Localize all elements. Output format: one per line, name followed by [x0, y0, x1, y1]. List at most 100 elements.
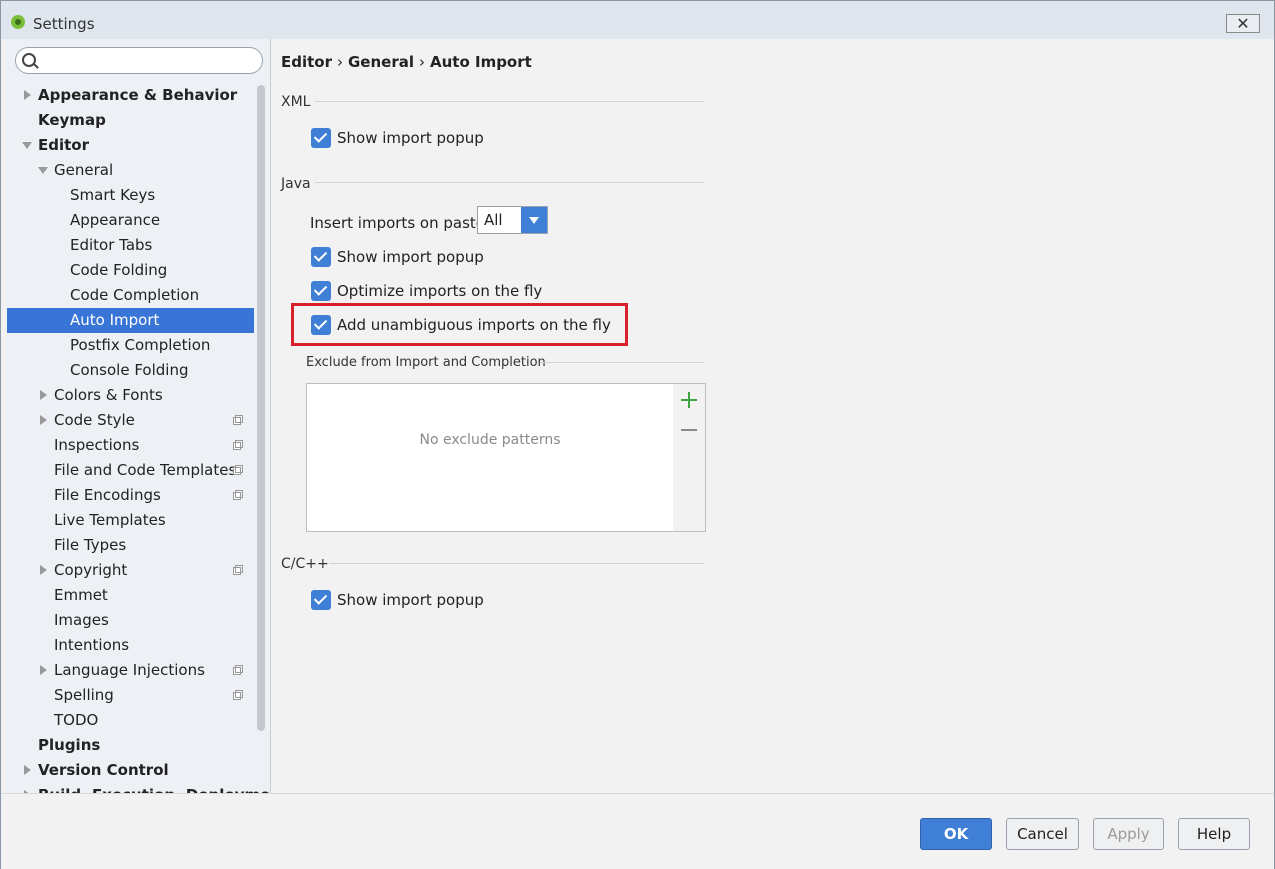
tree-item-postfix-completion[interactable]: Postfix Completion [7, 333, 254, 358]
annotation-highlight-box [291, 303, 628, 346]
expand-right-icon[interactable] [22, 783, 34, 793]
tree-item-copyright[interactable]: Copyright [7, 558, 254, 583]
tree-item-code-style[interactable]: Code Style [7, 408, 254, 433]
section-cpp-title: C/C++ [281, 556, 329, 572]
section-divider [315, 101, 704, 102]
expand-right-icon[interactable] [38, 383, 50, 408]
tree-item-appearance-behavior[interactable]: Appearance & Behavior [7, 83, 254, 108]
sidebar-scrollbar-thumb[interactable] [257, 85, 265, 731]
tree-item-label: Plugins [38, 736, 101, 754]
tree-item-file-types[interactable]: File Types [7, 533, 254, 558]
tree-item-plugins[interactable]: Plugins [7, 733, 254, 758]
breadcrumb: Editor › General › Auto Import [281, 53, 532, 71]
settings-tree: Appearance & Behavior Keymap Editor General… [7, 83, 270, 793]
dialog-footer: OK Cancel Apply Help [1, 793, 1274, 869]
project-scope-icon [233, 465, 243, 475]
add-icon[interactable] [681, 392, 697, 408]
expand-right-icon[interactable] [38, 408, 50, 433]
android-studio-icon [11, 15, 25, 29]
tree-item-live-templates[interactable]: Live Templates [7, 508, 254, 533]
tree-item-language-injections[interactable]: Language Injections [7, 658, 254, 683]
tree-item-inspections[interactable]: Inspections [7, 433, 254, 458]
list-toolbar [673, 383, 706, 532]
close-button[interactable]: ✕ [1226, 14, 1260, 33]
tree-item-file-and-code-templates[interactable]: File and Code Templates [7, 458, 254, 483]
tree-item-label: Code Completion [70, 286, 200, 304]
breadcrumb-separator: › [419, 53, 425, 71]
breadcrumb-separator: › [337, 53, 343, 71]
tree-item-label: Copyright [54, 561, 128, 579]
select-value: All [484, 211, 503, 229]
checkbox-checked-icon [311, 247, 331, 267]
section-divider [315, 182, 704, 183]
insert-imports-on-paste-select[interactable]: All [477, 206, 548, 234]
project-scope-icon [233, 565, 243, 575]
expand-down-icon[interactable] [22, 133, 34, 158]
settings-sidebar: Appearance & Behavior Keymap Editor General… [7, 39, 270, 793]
window-title: Settings [33, 15, 95, 33]
exclude-patterns-list[interactable]: No exclude patterns [306, 383, 674, 532]
tree-item-todo[interactable]: TODO [7, 708, 254, 733]
title-bar: Settings ✕ [1, 1, 1274, 39]
checkbox-checked-icon [311, 281, 331, 301]
tree-item-label: File and Code Templates [54, 461, 237, 479]
tree-item-label: Keymap [38, 111, 106, 129]
chevron-down-icon[interactable] [521, 207, 547, 233]
tree-item-label: Language Injections [54, 661, 205, 679]
remove-icon[interactable] [681, 422, 697, 438]
tree-item-console-folding[interactable]: Console Folding [7, 358, 254, 383]
tree-item-images[interactable]: Images [7, 608, 254, 633]
tree-item-label: Inspections [54, 436, 140, 454]
help-button[interactable]: Help [1178, 818, 1250, 850]
tree-item-label: TODO [54, 711, 99, 729]
tree-item-label: Version Control [38, 761, 169, 779]
apply-button[interactable]: Apply [1093, 818, 1164, 850]
expand-right-icon[interactable] [22, 83, 34, 108]
tree-item-version-control[interactable]: Version Control [7, 758, 254, 783]
tree-item-label: Appearance & Behavior [38, 86, 238, 104]
tree-item-editor-tabs[interactable]: Editor Tabs [7, 233, 254, 258]
ok-button[interactable]: OK [920, 818, 992, 850]
expand-down-icon[interactable] [38, 158, 50, 183]
tree-item-colors-fonts[interactable]: Colors & Fonts [7, 383, 254, 408]
checkbox-label: Show import popup [337, 129, 484, 147]
tree-item-appearance[interactable]: Appearance [7, 208, 254, 233]
tree-item-general[interactable]: General [7, 158, 254, 183]
breadcrumb-editor: Editor [281, 53, 332, 71]
section-divider [329, 563, 704, 564]
tree-item-label: File Types [54, 536, 127, 554]
project-scope-icon [233, 415, 243, 425]
tree-item-keymap[interactable]: Keymap [7, 108, 254, 133]
tree-item-code-completion[interactable]: Code Completion [7, 283, 254, 308]
tree-item-spelling[interactable]: Spelling [7, 683, 254, 708]
tree-item-auto-import[interactable]: Auto Import [7, 308, 254, 333]
exclude-section-title: Exclude from Import and Completion [306, 355, 546, 370]
tree-item-emmet[interactable]: Emmet [7, 583, 254, 608]
search-icon [22, 53, 36, 67]
tree-item-label: Live Templates [54, 511, 166, 529]
settings-content: Editor › General › Auto Import XML Show impo… [271, 39, 1274, 793]
expand-right-icon[interactable] [38, 558, 50, 583]
tree-item-label: Postfix Completion [70, 336, 211, 354]
breadcrumb-auto-import: Auto Import [430, 53, 532, 71]
checkbox-label: Optimize imports on the fly [337, 282, 543, 300]
tree-item-intentions[interactable]: Intentions [7, 633, 254, 658]
tree-item-label: Images [54, 611, 109, 629]
settings-dialog: Settings ✕ Appearance & Behavior Keymap Ed… [0, 0, 1275, 869]
expand-right-icon[interactable] [22, 758, 34, 783]
project-scope-icon [233, 490, 243, 500]
expand-right-icon[interactable] [38, 658, 50, 683]
tree-item-editor[interactable]: Editor [7, 133, 254, 158]
tree-item-smart-keys[interactable]: Smart Keys [7, 183, 254, 208]
insert-imports-on-paste-label: Insert imports on paste: [310, 214, 491, 232]
tree-item-code-folding[interactable]: Code Folding [7, 258, 254, 283]
tree-item-file-encodings[interactable]: File Encodings [7, 483, 254, 508]
tree-item-label: File Encodings [54, 486, 161, 504]
search-input[interactable] [15, 47, 263, 74]
tree-item-build-execution-deployment[interactable]: Build, Execution, Deployment [7, 783, 270, 793]
tree-item-label: Emmet [54, 586, 108, 604]
tree-item-label: Colors & Fonts [54, 386, 163, 404]
tree-item-label: Auto Import [70, 311, 160, 329]
cancel-button[interactable]: Cancel [1006, 818, 1079, 850]
checkbox-checked-icon [311, 590, 331, 610]
